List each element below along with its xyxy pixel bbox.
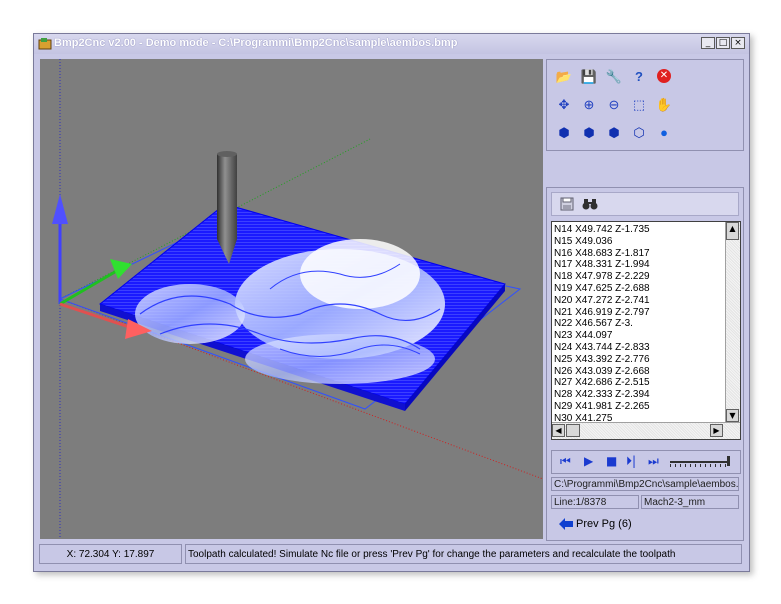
stop-icon[interactable]: ■ [606,454,617,468]
prev-page-label: Prev Pg (6) [576,518,632,530]
prev-page-button[interactable]: Prev Pg (6) [559,518,632,530]
open-folder-icon[interactable]: 📂 [553,65,575,87]
speed-slider-ticks [670,464,730,467]
nc-code-line[interactable]: N19 X47.625 Z-2.688 [554,283,650,295]
save-disk-icon[interactable] [560,197,574,211]
play-icon[interactable]: ▶ [584,454,593,468]
pan-hand-icon[interactable]: ✋ [653,93,675,115]
nc-code-line[interactable]: N29 X41.981 Z-2.265 [554,401,650,413]
nc-code-line[interactable]: N22 X46.567 Z-3. [554,318,650,330]
toolbar-row-file: 📂 💾 🔧 ? ✕ [553,65,675,87]
nc-file-path: C:\Programmi\Bmp2Cnc\sample\aembos.nc [551,477,739,491]
horizontal-scrollbar[interactable]: ◀ ▶ [552,422,740,439]
rewind-to-start-icon[interactable]: ⏮ [560,454,571,469]
save-disk-icon[interactable]: 💾 [578,65,600,87]
z-axis-arrow-head [52,194,68,224]
cutting-tool-shank [217,154,237,239]
nc-toolbar [551,192,739,216]
scroll-down-button[interactable]: ▼ [726,409,739,422]
zoom-window-icon[interactable]: ⬚ [628,93,650,115]
nc-code-list[interactable]: N14 X49.742 Z-1.735 N15 X49.036 N16 X48.68… [551,221,741,440]
vertical-scrollbar[interactable]: ▲ ▼ [725,222,740,422]
view-top-cube-icon[interactable]: ⬢ [603,121,625,143]
nc-code-line[interactable]: N25 X43.392 Z-2.776 [554,354,650,366]
view-iso-cube-icon[interactable]: ⬡ [628,121,650,143]
right-panel: 📂 💾 🔧 ? ✕ ✥ ⊕ ⊖ ⬚ ✋ ⬢ ⬢ ⬢ ⬡ ● N14 X49.74… [546,59,744,541]
nc-code-line[interactable]: N21 X46.919 Z-2.797 [554,307,650,319]
nc-code-line[interactable]: N24 X43.744 Z-2.833 [554,342,650,354]
relief-hair [300,239,420,309]
nc-code-line[interactable]: N16 X48.683 Z-1.817 [554,248,650,260]
nc-code-line[interactable]: N23 X44.097 [554,330,650,342]
hscroll-thumb[interactable] [566,424,580,437]
status-message: Toolpath calculated! Simulate Nc file or… [185,544,742,564]
scroll-left-button[interactable]: ◀ [552,424,565,437]
app-icon [38,38,52,50]
scroll-thumb[interactable] [726,232,739,240]
y-axis-arrow-head [110,259,132,279]
nc-code-lines: N14 X49.742 Z-1.735 N15 X49.036 N16 X48.68… [554,224,650,436]
zoom-out-icon[interactable]: ⊖ [603,93,625,115]
main-window: Bmp2Cnc v2.00 - Demo mode - C:\Programmi… [33,33,750,572]
tool-wrench-icon[interactable]: 🔧 [603,65,625,87]
binoculars-find-icon[interactable] [582,197,598,211]
cutting-tool-top [217,151,237,157]
view-side-cube-icon[interactable]: ⬢ [578,121,600,143]
line-counter: Line:1/8378 [551,495,639,509]
view-front-cube-icon[interactable]: ⬢ [553,121,575,143]
move-icon[interactable]: ✥ [553,93,575,115]
window-title: Bmp2Cnc v2.00 - Demo mode - C:\Programmi… [54,37,458,49]
speed-slider-thumb[interactable] [727,456,730,466]
fast-forward-to-end-icon[interactable]: ⏭ [648,454,659,469]
toolbar-row-view: ✥ ⊕ ⊖ ⬚ ✋ [553,93,675,115]
speed-slider-track[interactable] [670,461,730,463]
maximize-button[interactable]: □ [716,37,730,49]
relief-wing-left [135,284,245,344]
status-bar: X: 72.304 Y: 17.897 Toolpath calculated!… [34,543,749,567]
title-bar[interactable]: Bmp2Cnc v2.00 - Demo mode - C:\Programmi… [34,34,749,54]
tool-palette: 📂 💾 🔧 ? ✕ ✥ ⊕ ⊖ ⬚ ✋ ⬢ ⬢ ⬢ ⬡ ● [546,59,744,151]
3d-viewport[interactable] [40,59,543,539]
scroll-right-button[interactable]: ▶ [710,424,723,437]
nc-code-line[interactable]: N17 X48.331 Z-1.994 [554,259,650,271]
zoom-in-icon[interactable]: ⊕ [578,93,600,115]
nc-code-line[interactable]: N14 X49.742 Z-1.735 [554,224,650,236]
toolbar-row-camera: ⬢ ⬢ ⬢ ⬡ ● [553,121,675,143]
toolpath-3d-render [52,59,543,539]
step-forward-icon[interactable]: ⏵| [626,454,636,469]
post-processor-label: Mach2-3_mm [641,495,739,509]
nc-code-line[interactable]: N18 X47.978 Z-2.229 [554,271,650,283]
close-button[interactable]: × [731,37,745,49]
nc-code-line[interactable]: N28 X42.333 Z-2.394 [554,389,650,401]
view-solid-sphere-icon[interactable]: ● [653,121,675,143]
nc-code-line[interactable]: N26 X43.039 Z-2.668 [554,366,650,378]
nc-code-line[interactable]: N15 X49.036 [554,236,650,248]
help-icon[interactable]: ? [628,65,650,87]
minimize-button[interactable]: _ [701,37,715,49]
simulation-player: ⏮ ▶ ■ ⏵| ⏭ [551,450,741,474]
nc-code-line[interactable]: N20 X47.272 Z-2.741 [554,295,650,307]
nc-code-panel: N14 X49.742 Z-1.735 N15 X49.036 N16 X48.68… [546,187,744,541]
left-arrow-icon [559,518,573,530]
exit-icon[interactable]: ✕ [657,69,671,83]
nc-code-line[interactable]: N27 X42.686 Z-2.515 [554,377,650,389]
cursor-coordinates: X: 72.304 Y: 17.897 [39,544,182,564]
